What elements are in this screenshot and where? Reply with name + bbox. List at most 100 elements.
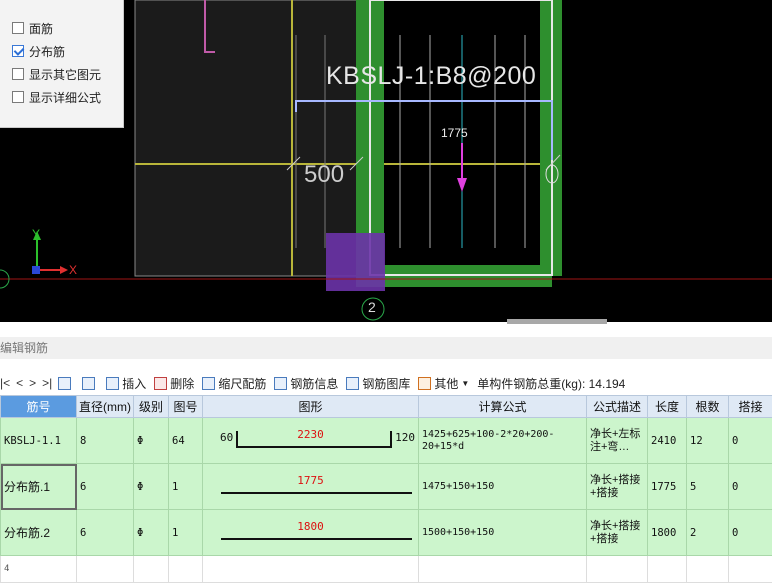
column-header[interactable]: 长度: [647, 395, 687, 418]
cell-grade[interactable]: Φ: [133, 463, 169, 510]
shape-bar-line: [221, 492, 412, 494]
table-row[interactable]: KBSLJ-1.1 8 Φ 64 60 2230 120 1425+625+10…: [0, 417, 772, 464]
move-up-icon: [58, 376, 72, 390]
column-header[interactable]: 计算公式: [418, 395, 587, 418]
move-down-icon: [82, 376, 96, 390]
column-header[interactable]: 图号: [168, 395, 203, 418]
table-row[interactable]: 分布筋.2 6 Φ 1 1800 1500+150+150 净长+搭接+搭接 1…: [0, 509, 772, 556]
option-show-detailed-formula[interactable]: 显示详细公式: [12, 88, 101, 106]
insert-icon: [106, 376, 120, 390]
axis-x-label: X: [69, 263, 78, 277]
insert-label: 插入: [122, 376, 147, 391]
checkbox-checked-icon[interactable]: [12, 45, 24, 57]
column-header[interactable]: 图形: [202, 395, 419, 418]
rebar-annotation-label: KBSLJ-1:B8@200: [326, 62, 537, 90]
column-header[interactable]: 级别: [133, 395, 169, 418]
cell-description[interactable]: 净长+搭接+搭接: [586, 509, 648, 556]
option-distribution-rebar[interactable]: 分布筋: [12, 42, 65, 60]
chevron-down-icon: ▼: [461, 378, 470, 388]
checkbox-icon[interactable]: [12, 22, 24, 34]
cell-diameter[interactable]: 6: [76, 509, 134, 556]
shape-main-length: 1800: [297, 520, 324, 533]
rebar-shape-diagram: 60 2230 120: [203, 418, 418, 463]
cell-lap[interactable]: 0: [728, 417, 772, 464]
cell-shape[interactable]: 1800: [202, 509, 419, 556]
column-header[interactable]: 根数: [686, 395, 729, 418]
option-show-other-elements[interactable]: 显示其它图元: [12, 65, 101, 83]
checkbox-icon[interactable]: [12, 91, 24, 103]
rebar-table: 筋号 直径(mm) 级别 图号 图形 计算公式 公式描述 长度 根数 搭接 KB…: [0, 395, 772, 583]
column-header[interactable]: 公式描述: [586, 395, 648, 418]
info-icon: [274, 376, 288, 390]
checkbox-icon[interactable]: [12, 68, 24, 80]
scale-rebar-button[interactable]: 缩尺配筋: [202, 375, 266, 392]
section-title: 编辑钢筋: [0, 337, 772, 359]
info-label: 钢筋信息: [290, 376, 339, 391]
cell-description[interactable]: 净长+左标注+弯…: [586, 417, 648, 464]
move-down-button[interactable]: [82, 376, 98, 390]
shape-right-length: 120: [395, 431, 415, 444]
table-header-row: 筋号 直径(mm) 级别 图号 图形 计算公式 公式描述 长度 根数 搭接: [0, 395, 772, 418]
library-label: 钢筋图库: [362, 376, 411, 391]
other-menu-button[interactable]: 其他 ▼: [418, 375, 469, 392]
drawing-canvas[interactable]: KBSLJ-1:B8@200 1775 500 2 Y X 面筋 分布筋 显示其…: [0, 0, 772, 322]
cell-count[interactable]: 12: [686, 417, 729, 464]
library-icon: [346, 376, 360, 390]
option-face-rebar[interactable]: 面筋: [12, 19, 53, 37]
option-label: 显示其它图元: [29, 67, 102, 82]
delete-icon: [154, 376, 168, 390]
cell-diameter[interactable]: 6: [76, 463, 134, 510]
cell-figure-no[interactable]: 1: [168, 463, 203, 510]
cell-count[interactable]: 2: [686, 509, 729, 556]
axis-y-label: Y: [32, 227, 41, 241]
cell-figure-no[interactable]: 1: [168, 509, 203, 556]
panel-splitter-handle[interactable]: [507, 319, 607, 324]
dimension-500: 500: [304, 161, 345, 188]
option-label: 显示详细公式: [29, 90, 102, 105]
column-header[interactable]: 直径(mm): [76, 395, 134, 418]
table-row[interactable]: 分布筋.1 6 Φ 1 1775 1475+150+150 净长+搭接+搭接 1…: [0, 463, 772, 510]
cell-figure-no[interactable]: 64: [168, 417, 203, 464]
cell-lap[interactable]: 0: [728, 463, 772, 510]
nav-next-button[interactable]: >: [29, 376, 36, 390]
cell-grade[interactable]: Φ: [133, 417, 169, 464]
total-weight-label: 单构件钢筋总重(kg): 14.194: [477, 376, 626, 391]
column-header[interactable]: 筋号: [0, 395, 77, 418]
cell-length[interactable]: 2410: [647, 417, 687, 464]
cell-length[interactable]: 1800: [647, 509, 687, 556]
dimension-1775: 1775: [441, 126, 468, 140]
rebar-shape-diagram: 1775: [203, 464, 418, 509]
cell-count[interactable]: 5: [686, 463, 729, 510]
cell-shape[interactable]: 60 2230 120: [202, 417, 419, 464]
scale-icon: [202, 376, 216, 390]
cell-name[interactable]: 分布筋.2: [0, 509, 77, 556]
cell-length[interactable]: 1775: [647, 463, 687, 510]
rebar-info-button[interactable]: 钢筋信息: [274, 375, 338, 392]
rebar-library-button[interactable]: 钢筋图库: [346, 375, 410, 392]
move-up-button[interactable]: [58, 376, 74, 390]
shape-main-length: 1775: [297, 474, 324, 487]
shape-main-length: 2230: [297, 428, 324, 441]
shape-bar-line: [236, 446, 392, 448]
cell-shape[interactable]: 1775: [202, 463, 419, 510]
cell-name[interactable]: KBSLJ-1.1: [0, 417, 77, 464]
nav-prev-button[interactable]: <: [16, 376, 23, 390]
cell-formula[interactable]: 1425+625+100-2*20+200-20+15*d: [418, 417, 587, 464]
delete-button[interactable]: 删除: [154, 375, 194, 392]
rebar-toolbar: |< < > >| 插入 删除 缩尺配筋 钢筋信息 钢筋图库 其他 ▼ 单构件钢筋…: [0, 372, 772, 394]
insert-button[interactable]: 插入: [106, 375, 146, 392]
nav-first-button[interactable]: |<: [0, 376, 10, 390]
cell-diameter[interactable]: 8: [76, 417, 134, 464]
table-row-empty[interactable]: 4: [0, 555, 772, 583]
cell-grade[interactable]: Φ: [133, 509, 169, 556]
cell-formula[interactable]: 1475+150+150: [418, 463, 587, 510]
cell-formula[interactable]: 1500+150+150: [418, 509, 587, 556]
other-label: 其他: [434, 376, 459, 391]
column-header[interactable]: 搭接: [728, 395, 772, 418]
section-title-text: 编辑钢筋: [0, 341, 49, 355]
cell-row-marker: 4: [0, 555, 77, 583]
nav-last-button[interactable]: >|: [42, 376, 52, 390]
cell-name[interactable]: 分布筋.1: [0, 463, 77, 510]
cell-lap[interactable]: 0: [728, 509, 772, 556]
cell-description[interactable]: 净长+搭接+搭接: [586, 463, 648, 510]
